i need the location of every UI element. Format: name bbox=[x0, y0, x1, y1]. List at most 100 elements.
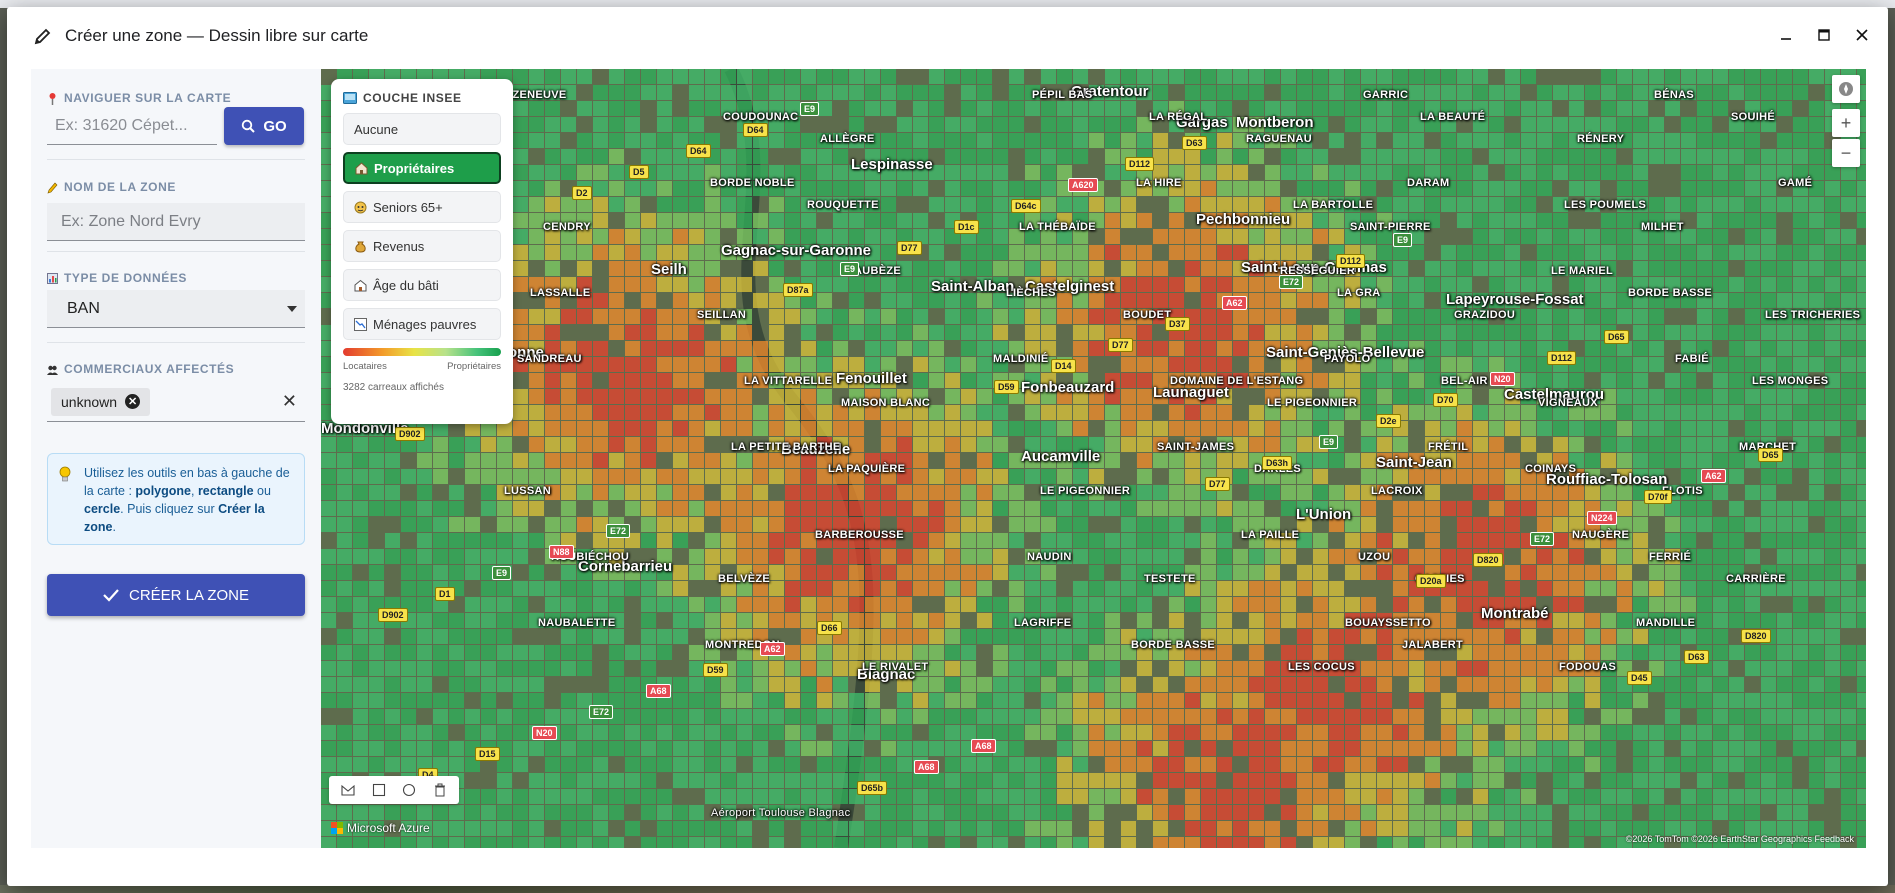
heatmap-tile bbox=[481, 549, 496, 564]
layer-option-age-bati[interactable]: Âge du bâti bbox=[343, 269, 501, 301]
heatmap-tile bbox=[593, 101, 608, 116]
clear-icon[interactable]: ✕ bbox=[282, 391, 297, 412]
heatmap-tile bbox=[1697, 389, 1712, 404]
heatmap-tile bbox=[1761, 517, 1776, 532]
heatmap-tile bbox=[881, 613, 896, 628]
heatmap-tile bbox=[1121, 677, 1136, 692]
zoom-in-button[interactable]: + bbox=[1832, 109, 1860, 137]
heatmap-tile bbox=[1137, 405, 1152, 420]
heatmap-tile bbox=[1425, 85, 1440, 100]
heatmap-tile bbox=[1793, 149, 1808, 164]
heatmap-tile bbox=[769, 277, 784, 292]
heatmap-tile bbox=[1761, 533, 1776, 548]
road-badge: D63 bbox=[1182, 136, 1207, 150]
layer-option-seniors[interactable]: Seniors 65+ bbox=[343, 191, 501, 223]
heatmap-tile bbox=[1489, 821, 1504, 836]
heatmap-tile bbox=[1729, 293, 1744, 308]
compass-icon bbox=[1839, 82, 1853, 96]
heatmap-tile bbox=[1825, 613, 1840, 628]
navigate-search-input[interactable] bbox=[47, 107, 217, 145]
heatmap-tile bbox=[1569, 613, 1584, 628]
heatmap-tile bbox=[1361, 165, 1376, 180]
layer-option-aucune[interactable]: Aucune bbox=[343, 113, 501, 145]
heatmap-tile bbox=[993, 421, 1008, 436]
heatmap-tile bbox=[1777, 533, 1792, 548]
map-place-label: Fonbeauzard bbox=[1021, 379, 1115, 396]
heatmap-tile bbox=[1729, 85, 1744, 100]
heatmap-tile bbox=[1217, 229, 1232, 244]
compass-button[interactable] bbox=[1832, 75, 1860, 103]
map-locality-label: ALLÈGRE bbox=[820, 133, 875, 145]
heatmap-tile bbox=[1841, 517, 1856, 532]
map-locality-label: NAUBALETTE bbox=[538, 617, 616, 629]
heatmap-tile bbox=[865, 309, 880, 324]
heatmap-tile bbox=[977, 485, 992, 500]
heatmap-tile bbox=[785, 517, 800, 532]
minimize-button[interactable] bbox=[1774, 23, 1798, 47]
heatmap-tile bbox=[1633, 517, 1648, 532]
heatmap-tile bbox=[1553, 533, 1568, 548]
heatmap-tile bbox=[721, 709, 736, 724]
layer-option-proprietaires[interactable]: Propriétaires bbox=[343, 152, 501, 184]
heatmap-tile bbox=[961, 373, 976, 388]
map-canvas[interactable]: Gratentour Gargas Montberon Lespinasse Pechb… bbox=[321, 69, 1866, 848]
heatmap-tile bbox=[945, 741, 960, 756]
go-button[interactable]: GO bbox=[224, 107, 304, 145]
data-type-select[interactable]: BAN bbox=[47, 290, 305, 328]
heatmap-tile bbox=[801, 789, 816, 804]
heatmap-tile bbox=[1121, 837, 1136, 848]
heatmap-tile bbox=[529, 805, 544, 820]
heatmap-tile bbox=[1553, 421, 1568, 436]
heatmap-tile bbox=[1553, 309, 1568, 324]
heatmap-tile bbox=[1537, 725, 1552, 740]
heatmap-tile bbox=[1745, 549, 1760, 564]
heatmap-tile bbox=[1489, 837, 1504, 848]
layer-option-menages-pauvres[interactable]: Ménages pauvres bbox=[343, 308, 501, 340]
heatmap-tile bbox=[1201, 837, 1216, 848]
heatmap-tile bbox=[1473, 245, 1488, 260]
heatmap-tile bbox=[449, 757, 464, 772]
zone-name-input[interactable] bbox=[47, 203, 305, 241]
heatmap-tile bbox=[721, 501, 736, 516]
heatmap-tile bbox=[1121, 789, 1136, 804]
heatmap-tile bbox=[1329, 741, 1344, 756]
heatmap-tile bbox=[1793, 277, 1808, 292]
commercials-chip-input[interactable]: unknown ✕ ✕ bbox=[47, 382, 305, 422]
heatmap-tile bbox=[913, 309, 928, 324]
maximize-button[interactable] bbox=[1812, 23, 1836, 47]
heatmap-tile bbox=[1777, 149, 1792, 164]
heatmap-tile bbox=[881, 581, 896, 596]
create-zone-button[interactable]: CRÉER LA ZONE bbox=[47, 574, 305, 616]
heatmap-tile bbox=[417, 501, 432, 516]
heatmap-tile bbox=[401, 581, 416, 596]
close-button[interactable] bbox=[1850, 23, 1874, 47]
zoom-out-button[interactable]: − bbox=[1832, 139, 1860, 167]
heatmap-tile bbox=[1793, 629, 1808, 644]
delete-tool[interactable] bbox=[429, 779, 451, 801]
heatmap-tile bbox=[817, 85, 832, 100]
heatmap-tile bbox=[1393, 437, 1408, 452]
heatmap-tile bbox=[1297, 581, 1312, 596]
heatmap-tile bbox=[1713, 437, 1728, 452]
heatmap-tile bbox=[1025, 837, 1040, 848]
heatmap-tile bbox=[1281, 309, 1296, 324]
circle-tool[interactable] bbox=[398, 779, 420, 801]
heatmap-tile bbox=[721, 197, 736, 212]
polygon-tool[interactable] bbox=[337, 779, 359, 801]
heatmap-tile bbox=[1313, 453, 1328, 468]
heatmap-tile bbox=[1041, 709, 1056, 724]
heatmap-tile bbox=[1825, 645, 1840, 660]
heatmap-tile bbox=[657, 181, 672, 196]
layer-option-revenus[interactable]: Revenus bbox=[343, 230, 501, 262]
heatmap-tile bbox=[545, 165, 560, 180]
map-locality-label: LE PIGEONNIER bbox=[1040, 485, 1131, 497]
heatmap-tile bbox=[1841, 805, 1856, 820]
heatmap-tile bbox=[1073, 757, 1088, 772]
chip-remove-icon[interactable]: ✕ bbox=[125, 394, 141, 409]
rectangle-tool[interactable] bbox=[368, 779, 390, 801]
heatmap-tile bbox=[1489, 469, 1504, 484]
check-icon bbox=[103, 589, 119, 602]
heatmap-tile bbox=[1473, 261, 1488, 276]
heatmap-tile bbox=[1041, 501, 1056, 516]
heatmap-tile bbox=[657, 85, 672, 100]
